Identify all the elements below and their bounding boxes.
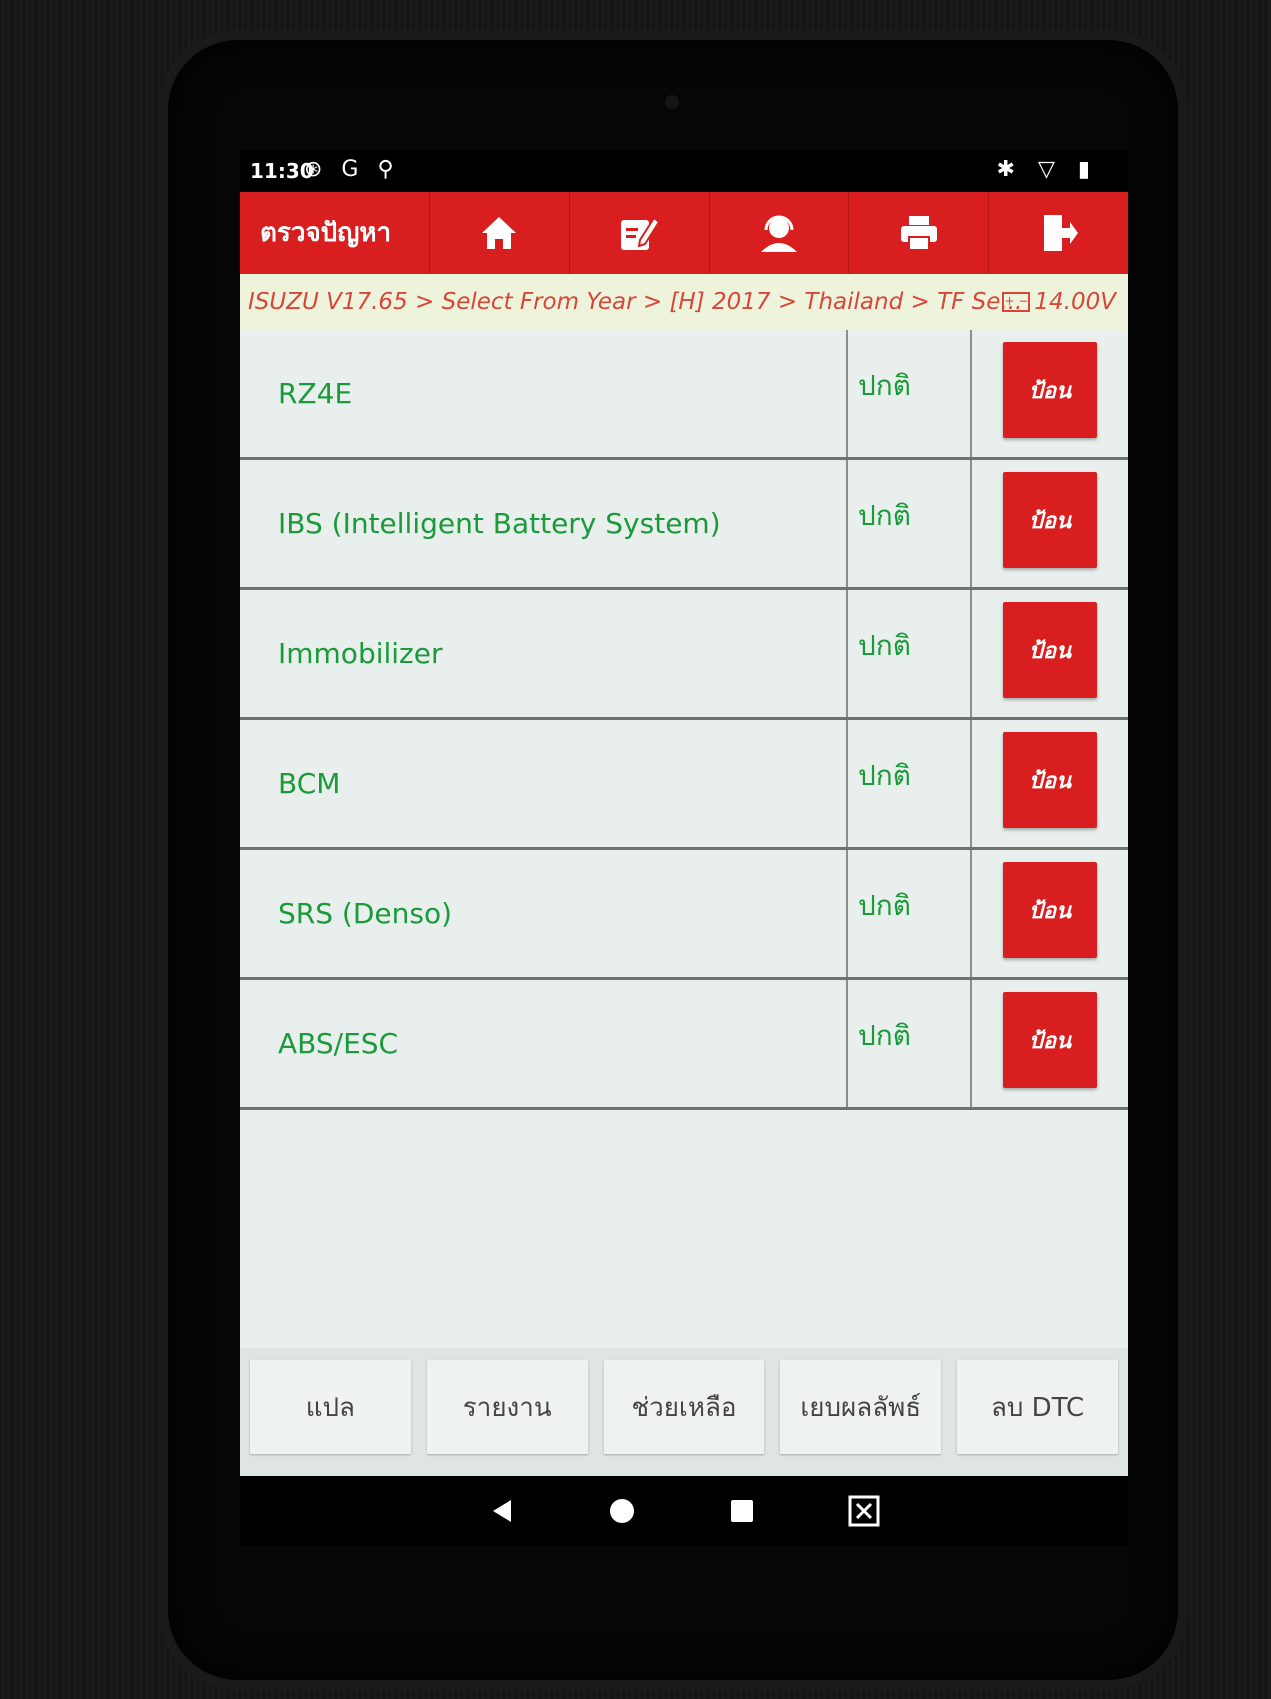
system-name: Immobilizer [240, 590, 848, 717]
enter-button[interactable]: ป้อน [1003, 342, 1097, 438]
enter-button[interactable]: ป้อน [1003, 472, 1097, 568]
system-row: SRS (Denso) ปกติ ป้อน [240, 850, 1128, 980]
page-title: ตรวจปัญหา [240, 192, 430, 274]
system-status: ปกติ [848, 720, 972, 847]
exit-icon [1043, 215, 1078, 251]
system-row: RZ4E ปกติ ป้อน [240, 330, 1128, 460]
android-nav-bar [240, 1476, 1128, 1546]
bottom-action-bar: แปล รายงาน ช่วยเหลือ เยบผลลัพธ์ ลบ DTC [240, 1348, 1128, 1476]
enter-button[interactable]: ป้อน [1003, 992, 1097, 1088]
home-icon [482, 217, 517, 249]
exit-button[interactable] [989, 192, 1128, 274]
system-status: ปกติ [848, 980, 972, 1107]
save-results-button[interactable]: เยบผลลัพธ์ [780, 1360, 942, 1454]
system-row: IBS (Intelligent Battery System) ปกติ ป้… [240, 460, 1128, 590]
system-name: SRS (Denso) [240, 850, 848, 977]
back-icon[interactable] [487, 1496, 517, 1526]
home-button[interactable] [430, 192, 570, 274]
recent-apps-icon[interactable] [727, 1496, 757, 1526]
system-status: ปกติ [848, 330, 972, 457]
battery-voltage: + − 14.00V [1002, 274, 1116, 330]
enter-button[interactable]: ป้อน [1003, 862, 1097, 958]
status-system-icons: ✱ ▽ ▮ [996, 157, 1098, 182]
breadcrumb-path: ISUZU V17.65 > Select From Year > [H] 20… [248, 289, 1023, 315]
front-camera [665, 95, 679, 109]
system-row: BCM ปกติ ป้อน [240, 720, 1128, 850]
support-icon [760, 215, 797, 252]
status-bar: 11:30 ⊛ G ⚲ ✱ ▽ ▮ [240, 150, 1128, 192]
system-row: Immobilizer ปกติ ป้อน [240, 590, 1128, 720]
system-name: IBS (Intelligent Battery System) [240, 460, 848, 587]
system-status: ปกติ [848, 850, 972, 977]
enter-button[interactable]: ป้อน [1003, 602, 1097, 698]
screen: 11:30 ⊛ G ⚲ ✱ ▽ ▮ ตรวจปัญหา ISUZU V17.65… [240, 150, 1128, 1476]
edit-button[interactable] [570, 192, 710, 274]
support-button[interactable] [710, 192, 850, 274]
top-toolbar: ตรวจปัญหา [240, 192, 1128, 274]
print-icon [900, 216, 937, 251]
status-notification-icons: ⊛ G ⚲ [304, 157, 400, 182]
system-name: BCM [240, 720, 848, 847]
system-status: ปกติ [848, 590, 972, 717]
screenshot-icon[interactable] [847, 1494, 881, 1528]
system-name: ABS/ESC [240, 980, 848, 1107]
enter-button[interactable]: ป้อน [1003, 732, 1097, 828]
system-list: RZ4E ปกติ ป้อน IBS (Intelligent Battery … [240, 330, 1128, 1110]
system-name: RZ4E [240, 330, 848, 457]
edit-icon [621, 216, 661, 250]
system-row: ABS/ESC ปกติ ป้อน [240, 980, 1128, 1110]
system-status: ปกติ [848, 460, 972, 587]
print-button[interactable] [849, 192, 990, 274]
help-button[interactable]: ช่วยเหลือ [603, 1360, 765, 1454]
clear-dtc-button[interactable]: ลบ DTC [957, 1360, 1118, 1454]
translate-button[interactable]: แปล [250, 1360, 411, 1454]
report-button[interactable]: รายงาน [426, 1360, 588, 1454]
battery-icon: + − [1002, 292, 1031, 312]
breadcrumb: ISUZU V17.65 > Select From Year > [H] 20… [240, 274, 1128, 330]
voltage-value: 14.00V [1034, 289, 1116, 315]
home-circle-icon[interactable] [607, 1496, 637, 1526]
